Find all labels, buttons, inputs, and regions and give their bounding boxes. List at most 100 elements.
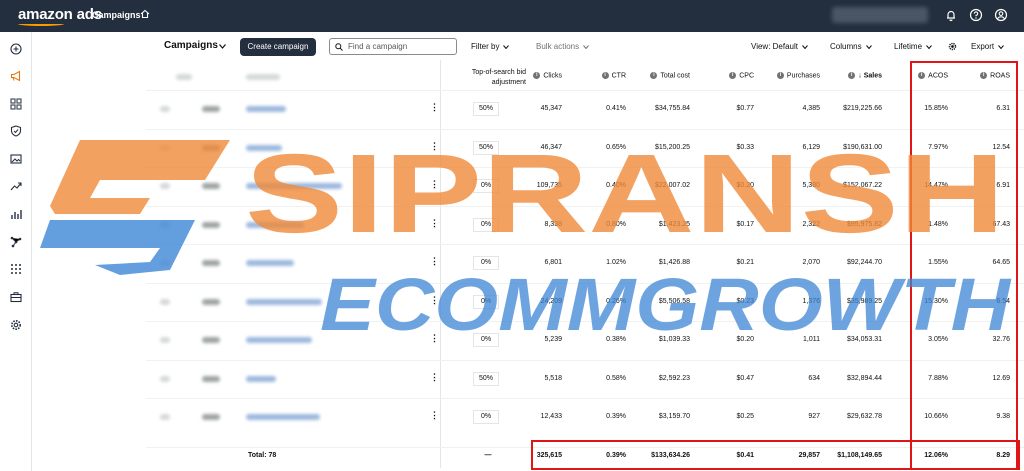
row-checkbox-blurred[interactable] <box>160 183 170 190</box>
help-icon[interactable] <box>969 8 983 22</box>
account-name-blurred[interactable] <box>832 7 928 23</box>
date-range-dropdown[interactable]: Lifetime <box>894 42 932 51</box>
row-status-blurred[interactable] <box>202 106 220 113</box>
row-ctr-cell: 0.39% <box>606 413 626 421</box>
row-more-actions-icon[interactable]: ⋮ <box>430 141 439 152</box>
row-checkbox-blurred[interactable] <box>160 144 170 151</box>
row-more-actions-icon[interactable]: ⋮ <box>430 295 439 306</box>
row-checkbox-blurred[interactable] <box>160 221 170 228</box>
row-status-blurred[interactable] <box>202 260 220 267</box>
shield-icon[interactable] <box>10 125 22 137</box>
row-cpc-cell: $0.25 <box>736 413 754 421</box>
row-bid-adjustment-input[interactable]: 50% <box>473 140 499 155</box>
bell-icon[interactable] <box>944 8 958 22</box>
row-status-blurred[interactable] <box>202 298 220 305</box>
row-bid-adjustment-input[interactable]: 0% <box>473 217 499 232</box>
row-cost-cell: $5,506.58 <box>658 297 690 305</box>
network-icon[interactable] <box>10 236 22 248</box>
columns-dropdown[interactable]: Columns <box>830 42 872 51</box>
row-campaign-name-blurred[interactable] <box>246 183 342 190</box>
row-bid-adjustment-input[interactable]: 0% <box>473 256 499 271</box>
bar-chart-icon[interactable] <box>10 208 22 220</box>
header-ctr[interactable]: i CTR <box>586 72 626 79</box>
image-icon[interactable] <box>10 153 22 165</box>
amazon-ads-logo[interactable]: amazon ads <box>18 6 102 23</box>
header-cpc[interactable]: i CPC <box>714 72 754 79</box>
bulk-actions-dropdown[interactable]: Bulk actions <box>536 42 590 51</box>
row-status-blurred[interactable] <box>202 221 220 228</box>
header-sales[interactable]: i ↓ Sales <box>826 72 882 79</box>
info-icon[interactable]: i <box>533 72 541 79</box>
row-campaign-name-blurred[interactable] <box>246 221 304 228</box>
row-more-actions-icon[interactable]: ⋮ <box>430 410 439 421</box>
row-cost-cell: $2,592.23 <box>658 374 690 382</box>
header-select-all-blurred[interactable] <box>176 74 192 80</box>
header-campaign-name-blurred[interactable] <box>246 74 280 80</box>
row-bid-adjustment-input[interactable]: 0% <box>473 294 499 309</box>
grid-icon[interactable] <box>10 98 22 110</box>
row-ctr-cell: 0.65% <box>606 143 626 151</box>
plus-circle-icon[interactable] <box>10 43 22 55</box>
row-status-blurred[interactable] <box>202 414 220 421</box>
row-divider <box>146 244 1024 245</box>
home-icon[interactable] <box>140 9 150 19</box>
row-campaign-name-blurred[interactable] <box>246 298 322 305</box>
trend-icon[interactable] <box>10 180 22 192</box>
view-dropdown[interactable]: View: Default <box>751 42 808 51</box>
row-bid-adjustment-input[interactable]: 0% <box>473 410 499 425</box>
row-campaign-name-blurred[interactable] <box>246 375 276 382</box>
row-sales-cell: $29,632.78 <box>846 413 882 421</box>
row-clicks-cell: 5,239 <box>544 336 562 344</box>
header-bid-adjustment[interactable]: Top-of-search bid adjustment <box>442 68 526 88</box>
create-campaign-button[interactable]: Create campaign <box>240 38 316 56</box>
row-campaign-name-blurred[interactable] <box>246 414 320 421</box>
row-checkbox-blurred[interactable] <box>160 260 170 267</box>
briefcase-icon[interactable] <box>10 291 22 303</box>
apps-icon[interactable] <box>10 263 22 275</box>
row-more-actions-icon[interactable]: ⋮ <box>430 218 439 229</box>
megaphone-icon[interactable] <box>10 70 22 82</box>
row-checkbox-blurred[interactable] <box>160 337 170 344</box>
filter-by-dropdown[interactable]: Filter by <box>471 42 510 51</box>
row-status-blurred[interactable] <box>202 337 220 344</box>
row-campaign-name-blurred[interactable] <box>246 106 286 113</box>
row-status-blurred[interactable] <box>202 183 220 190</box>
row-clicks-cell: 6,801 <box>544 259 562 267</box>
row-bid-adjustment-input[interactable]: 50% <box>473 371 499 386</box>
row-sales-cell: $32,894.44 <box>846 374 882 382</box>
row-bid-adjustment-input[interactable]: 0% <box>473 179 499 194</box>
row-campaign-name-blurred[interactable] <box>246 260 294 267</box>
row-more-actions-icon[interactable]: ⋮ <box>430 256 439 267</box>
row-more-actions-icon[interactable]: ⋮ <box>430 102 439 113</box>
row-status-blurred[interactable] <box>202 375 220 382</box>
row-bid-adjustment-input[interactable]: 0% <box>473 333 499 348</box>
row-checkbox-blurred[interactable] <box>160 375 170 382</box>
campaign-search-input[interactable]: Find a campaign <box>329 38 457 55</box>
header-total-cost[interactable]: i Total cost <box>630 72 690 79</box>
row-purchases-cell: 5,380 <box>802 182 820 190</box>
info-icon[interactable]: i <box>729 72 737 79</box>
info-icon[interactable]: i <box>776 72 784 79</box>
chevron-down-icon[interactable] <box>219 44 226 49</box>
export-dropdown[interactable]: Export <box>971 42 1005 51</box>
row-checkbox-blurred[interactable] <box>160 106 170 113</box>
row-checkbox-blurred[interactable] <box>160 414 170 421</box>
row-campaign-name-blurred[interactable] <box>246 337 312 344</box>
info-icon[interactable]: i <box>650 72 658 79</box>
row-more-actions-icon[interactable]: ⋮ <box>430 179 439 190</box>
settings-gear-icon[interactable] <box>948 42 957 51</box>
info-icon[interactable]: i <box>848 72 856 79</box>
settings-gear-icon[interactable] <box>10 319 22 331</box>
campaigns-dropdown-label[interactable]: Campaigns <box>164 40 218 51</box>
header-purchases[interactable]: i Purchases <box>756 72 820 79</box>
row-status-blurred[interactable] <box>202 144 220 151</box>
row-more-actions-icon[interactable]: ⋮ <box>430 333 439 344</box>
row-checkbox-blurred[interactable] <box>160 298 170 305</box>
header-clicks[interactable]: i Clicks <box>520 72 562 79</box>
row-campaign-name-blurred[interactable] <box>246 144 282 151</box>
row-bid-adjustment-input[interactable]: 50% <box>473 102 499 117</box>
user-icon[interactable] <box>994 8 1008 22</box>
row-more-actions-icon[interactable]: ⋮ <box>430 372 439 383</box>
info-icon[interactable]: i <box>601 72 609 79</box>
nav-campaigns-link[interactable]: Campaigns <box>92 10 141 20</box>
